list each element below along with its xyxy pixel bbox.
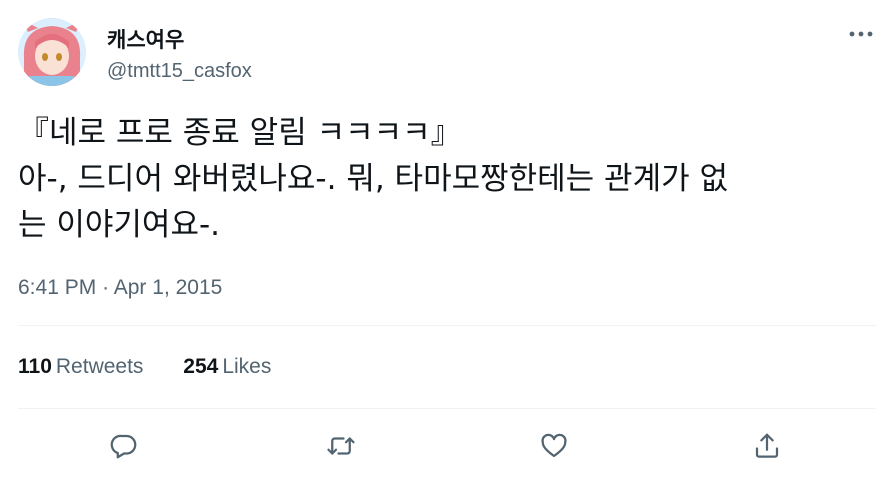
tweet-timestamp: 6:41 PM · Apr 1, 2015 — [18, 276, 222, 300]
divider — [18, 408, 876, 409]
tweet-stats: 110 Retweets 254 Likes — [18, 355, 305, 379]
retweets-count: 110 — [18, 355, 52, 378]
author-handle[interactable]: @tmtt15_casfox — [107, 60, 252, 83]
avatar-image — [18, 18, 86, 86]
reply-button[interactable] — [102, 424, 146, 468]
tweet-date[interactable]: Apr 1, 2015 — [114, 276, 223, 299]
like-button[interactable] — [532, 424, 576, 468]
more-icon — [849, 31, 873, 37]
share-icon — [755, 433, 779, 458]
retweet-icon — [327, 437, 355, 455]
more-options-button[interactable] — [846, 22, 876, 46]
tweet-text: 『네로 프로 종료 알림 ㅋㅋㅋㅋ』 아-, 드디어 와버렸나요-. 뭐, 타마… — [18, 110, 868, 248]
retweet-button[interactable] — [319, 424, 363, 468]
retweets-label: Retweets — [55, 355, 144, 378]
author-display-name[interactable]: 캐스여우 — [107, 24, 184, 54]
tweet-text-line: 『네로 프로 종료 알림 ㅋㅋㅋㅋ』 — [18, 115, 462, 151]
share-button[interactable] — [745, 424, 789, 468]
retweets-stat[interactable]: 110 Retweets — [18, 355, 143, 379]
tweet-text-line: 아-, 드디어 와버렸나요-. 뭐, 타마모짱한테는 관계가 없 — [18, 161, 728, 197]
like-icon — [541, 433, 567, 458]
tweet-card: 캐스여우 @tmtt15_casfox 『네로 프로 종료 알림 ㅋㅋㅋㅋ』 아… — [0, 0, 894, 499]
tweet-actions — [0, 424, 894, 468]
likes-stat[interactable]: 254 Likes — [183, 355, 271, 379]
likes-label: Likes — [222, 355, 272, 378]
divider — [18, 325, 876, 326]
timestamp-separator: · — [102, 276, 110, 299]
likes-count: 254 — [183, 355, 219, 378]
tweet-time[interactable]: 6:41 PM — [18, 276, 96, 299]
avatar[interactable] — [18, 18, 86, 86]
tweet-text-line: 는 이야기여요-. — [18, 207, 221, 243]
reply-icon — [110, 434, 137, 459]
